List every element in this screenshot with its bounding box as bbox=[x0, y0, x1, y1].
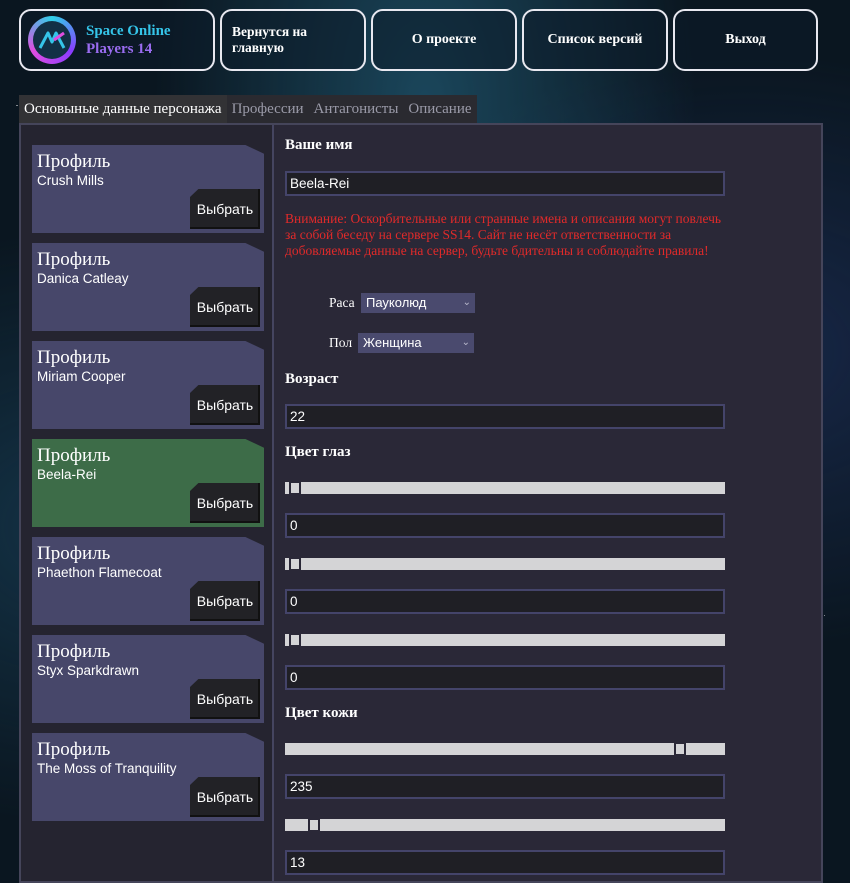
profile-title: Профиль bbox=[37, 445, 111, 466]
name-input[interactable]: Beela-Rei bbox=[285, 171, 725, 196]
skin-color-r-slider[interactable] bbox=[285, 742, 725, 756]
profile-title: Профиль bbox=[37, 739, 111, 760]
logo-title-line1: Space Online bbox=[86, 23, 171, 39]
nav-versions-button[interactable]: Список версий bbox=[522, 9, 668, 71]
name-heading: Ваше имя bbox=[285, 137, 353, 153]
chevron-down-icon: ⌄ bbox=[461, 337, 470, 348]
nav-logout-button[interactable]: Выход bbox=[673, 9, 818, 71]
gender-select-value: Женщина bbox=[363, 335, 422, 350]
profile-name: Beela-Rei bbox=[37, 467, 97, 482]
slider-thumb[interactable] bbox=[289, 633, 301, 647]
eye-color-b-slider[interactable] bbox=[285, 633, 725, 647]
site-logo[interactable]: Space Online Players 14 bbox=[19, 9, 215, 71]
logo-icon bbox=[28, 16, 76, 64]
tab-basic-data[interactable]: Основыные данные персонажа bbox=[19, 95, 227, 123]
eye-color-r-slider[interactable] bbox=[285, 481, 725, 495]
name-warning: Внимание: Оскорбительные или странные им… bbox=[285, 211, 722, 258]
profile-sidebar: Профиль Crush Mills Выбрать Профиль Dani… bbox=[21, 125, 274, 881]
eye-color-g-input[interactable]: 0 bbox=[285, 589, 725, 614]
profile-card[interactable]: Профиль Danica Catleay Выбрать bbox=[32, 243, 264, 331]
nav-about-button[interactable]: О проекте bbox=[371, 9, 517, 71]
race-select[interactable]: Пауколюд ⌄ bbox=[361, 293, 475, 313]
profile-title: Профиль bbox=[37, 249, 111, 270]
skin-color-heading: Цвет кожи bbox=[285, 705, 358, 721]
eye-color-heading: Цвет глаз bbox=[285, 444, 351, 460]
slider-thumb[interactable] bbox=[674, 742, 686, 756]
tab-bar: Основыные данные персонажа Профессии Ант… bbox=[19, 95, 477, 123]
profile-name: Miriam Cooper bbox=[37, 369, 126, 384]
slider-thumb[interactable] bbox=[289, 557, 301, 571]
profile-card[interactable]: Профиль Styx Sparkdrawn Выбрать bbox=[32, 635, 264, 723]
skin-color-g-input[interactable]: 13 bbox=[285, 850, 725, 875]
select-profile-button[interactable]: Выбрать bbox=[190, 581, 260, 621]
logo-title-line2: Players 14 bbox=[86, 41, 153, 57]
select-profile-button[interactable]: Выбрать bbox=[190, 287, 260, 327]
profile-title: Профиль bbox=[37, 347, 111, 368]
eye-color-b-input[interactable]: 0 bbox=[285, 665, 725, 690]
select-profile-button[interactable]: Выбрать bbox=[190, 385, 260, 425]
profile-title: Профиль bbox=[37, 543, 111, 564]
select-profile-button[interactable]: Выбрать bbox=[190, 679, 260, 719]
profile-card[interactable]: Профиль Miriam Cooper Выбрать bbox=[32, 341, 264, 429]
select-profile-button[interactable]: Выбрать bbox=[190, 483, 260, 523]
profile-title: Профиль bbox=[37, 151, 111, 172]
chevron-down-icon: ⌄ bbox=[462, 297, 471, 308]
profile-name: Phaethon Flamecoat bbox=[37, 565, 162, 580]
gender-label: Пол bbox=[329, 335, 353, 350]
race-select-value: Пауколюд bbox=[366, 295, 427, 310]
age-input[interactable]: 22 bbox=[285, 404, 725, 429]
profile-name: Styx Sparkdrawn bbox=[37, 663, 140, 678]
profile-card[interactable]: Профиль Phaethon Flamecoat Выбрать bbox=[32, 537, 264, 625]
slider-thumb[interactable] bbox=[289, 481, 301, 495]
character-form: Ваше имя Beela-Rei Внимание: Оскорбитель… bbox=[274, 125, 821, 881]
select-profile-button[interactable]: Выбрать bbox=[190, 189, 260, 229]
eye-color-r-input[interactable]: 0 bbox=[285, 513, 725, 538]
profile-name: The Moss of Tranquility bbox=[37, 761, 177, 776]
profile-card[interactable]: Профиль Crush Mills Выбрать bbox=[32, 145, 264, 233]
gender-select[interactable]: Женщина ⌄ bbox=[358, 333, 474, 353]
profile-name: Crush Mills bbox=[37, 173, 104, 188]
tab-professions[interactable]: Профессии bbox=[226, 95, 309, 123]
profile-card[interactable]: Профиль The Moss of Tranquility Выбрать bbox=[32, 733, 264, 821]
profile-title: Профиль bbox=[37, 641, 111, 662]
age-heading: Возраст bbox=[285, 371, 339, 387]
main-panel: Профиль Crush Mills Выбрать Профиль Dani… bbox=[19, 123, 823, 883]
slider-thumb[interactable] bbox=[308, 818, 320, 832]
nav-home-button[interactable]: Вернутся на главную bbox=[220, 9, 366, 71]
skin-color-r-input[interactable]: 235 bbox=[285, 774, 725, 799]
eye-color-g-slider[interactable] bbox=[285, 557, 725, 571]
profile-card-active[interactable]: Профиль Beela-Rei Выбрать bbox=[32, 439, 264, 527]
tab-description[interactable]: Описание bbox=[403, 95, 477, 123]
race-label: Раса bbox=[329, 295, 355, 310]
profile-name: Danica Catleay bbox=[37, 271, 129, 286]
select-profile-button[interactable]: Выбрать bbox=[190, 777, 260, 817]
tab-antagonists[interactable]: Антагонисты bbox=[308, 95, 404, 123]
skin-color-g-slider[interactable] bbox=[285, 818, 725, 832]
